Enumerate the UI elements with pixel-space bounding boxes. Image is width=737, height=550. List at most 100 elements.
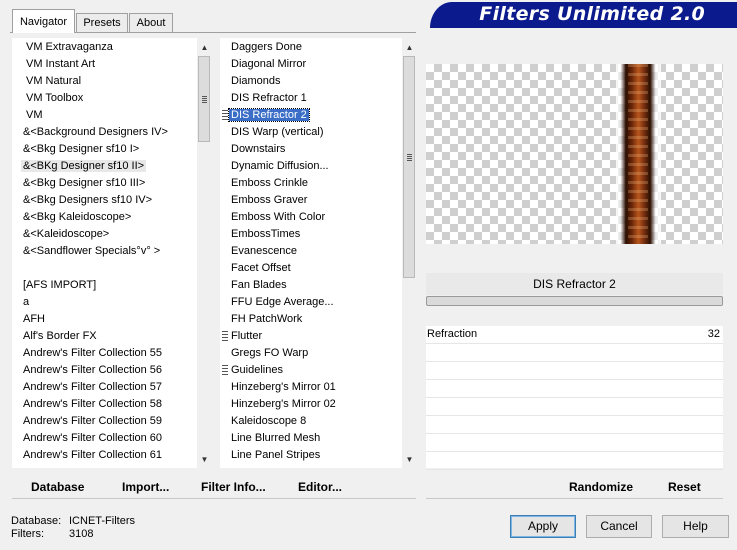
preview-canvas	[426, 64, 723, 244]
category-item[interactable]: &<Bkg Kaleidoscope>	[12, 209, 197, 226]
filter-item[interactable]: Downstairs	[220, 141, 403, 158]
filter-item[interactable]: DIS Warp (vertical)	[220, 124, 403, 141]
category-item[interactable]: AFH	[12, 311, 197, 328]
category-item[interactable]: [AFS IMPORT]	[12, 277, 197, 294]
category-item[interactable]: Andrew's Filter Collection 61	[12, 447, 197, 464]
tab-presets[interactable]: Presets	[76, 13, 128, 32]
filters-count-value: 3108	[69, 528, 94, 540]
filter-item[interactable]: Diagonal Mirror	[220, 56, 403, 73]
filter-list[interactable]: Daggers Done Diagonal Mirror Diamonds DI…	[220, 38, 403, 468]
tab-label: About	[136, 17, 166, 29]
divider	[12, 498, 416, 499]
parameter-row-empty	[426, 452, 723, 470]
filter-item[interactable]: Diamonds	[220, 73, 403, 90]
filter-item[interactable]: Facet Offset	[220, 260, 403, 277]
drag-grip-icon	[222, 365, 228, 376]
category-item[interactable]: Andrew's Filter Collection 59	[12, 413, 197, 430]
category-item-blank[interactable]	[12, 260, 197, 277]
filter-item[interactable]: FH PatchWork	[220, 311, 403, 328]
category-item-selected[interactable]: &<BKg Designer sf10 II>	[12, 158, 197, 175]
database-value: ICNET-Filters	[69, 515, 135, 527]
parameter-row-empty	[426, 398, 723, 416]
category-scrollbar[interactable]: ▲ ▼	[197, 38, 212, 468]
randomize-button[interactable]: Randomize	[569, 480, 633, 494]
editor-button[interactable]: Editor...	[298, 480, 342, 494]
category-item[interactable]: Alf's Border FX	[12, 328, 197, 345]
parameter-row-empty	[426, 380, 723, 398]
parameter-list[interactable]: Refraction 32	[426, 326, 723, 470]
cancel-button[interactable]: Cancel	[586, 515, 652, 538]
filter-item[interactable]: Gregs FO Warp	[220, 345, 403, 362]
filter-item-selected[interactable]: DIS Refractor 2	[220, 107, 403, 124]
filter-slider-bar[interactable]	[426, 296, 723, 306]
tab-navigator[interactable]: Navigator	[12, 9, 75, 33]
scroll-thumb[interactable]	[198, 56, 210, 142]
parameter-name: Refraction	[427, 328, 478, 340]
grip-icon	[407, 154, 412, 161]
category-item[interactable]: &<Kaleidoscope>	[12, 226, 197, 243]
parameter-value: 32	[707, 328, 720, 340]
category-item[interactable]: VM Toolbox	[12, 90, 197, 107]
parameter-row-empty	[426, 416, 723, 434]
filter-item[interactable]: Evanescence	[220, 243, 403, 260]
selected-filter-name: DIS Refractor 2	[426, 273, 723, 295]
filters-count-label: Filters:	[11, 528, 44, 540]
category-list[interactable]: VM Extravaganza VM Instant Art VM Natura…	[12, 38, 197, 468]
category-item[interactable]: Andrew's Filter Collection 58	[12, 396, 197, 413]
scroll-thumb[interactable]	[403, 56, 415, 278]
parameter-row[interactable]: Refraction 32	[426, 326, 723, 344]
filter-item[interactable]: Hinzeberg's Mirror 01	[220, 379, 403, 396]
filter-info-button[interactable]: Filter Info...	[201, 480, 266, 494]
grip-icon	[202, 96, 207, 103]
app-title: Filters Unlimited 2.0	[479, 3, 705, 25]
filter-item[interactable]: Fan Blades	[220, 277, 403, 294]
filter-item[interactable]: Emboss Crinkle	[220, 175, 403, 192]
filter-scrollbar[interactable]: ▲ ▼	[402, 38, 417, 468]
category-item[interactable]: Andrew's Filter Collection 56	[12, 362, 197, 379]
filter-item[interactable]: Kaleidoscope 8	[220, 413, 403, 430]
filter-item[interactable]: Hinzeberg's Mirror 02	[220, 396, 403, 413]
filter-item[interactable]: Line Blurred Mesh	[220, 430, 403, 447]
filter-item[interactable]: Emboss Graver	[220, 192, 403, 209]
category-item[interactable]: &<Bkg Designers sf10 IV>	[12, 192, 197, 209]
category-item[interactable]: &<Sandflower Specials°v° >	[12, 243, 197, 260]
filter-item[interactable]: Flutter	[220, 328, 403, 345]
filter-item[interactable]: Guidelines	[220, 362, 403, 379]
preview-image	[616, 64, 661, 244]
tab-label: Navigator	[19, 16, 68, 28]
filter-item[interactable]: Line Panel Stripes	[220, 447, 403, 464]
scroll-down-arrow-icon[interactable]: ▼	[197, 452, 212, 467]
category-item[interactable]: VM Natural	[12, 73, 197, 90]
category-item[interactable]: Andrew's Filter Collection 60	[12, 430, 197, 447]
tab-about[interactable]: About	[129, 13, 173, 32]
category-item[interactable]: VM	[12, 107, 197, 124]
category-item[interactable]: Andrew's Filter Collection 55	[12, 345, 197, 362]
apply-button[interactable]: Apply	[510, 515, 576, 538]
tab-label: Presets	[83, 17, 121, 29]
help-button[interactable]: Help	[662, 515, 729, 538]
database-button[interactable]: Database	[31, 480, 84, 494]
database-label: Database:	[11, 515, 62, 527]
category-item[interactable]: &<Background Designers IV>	[12, 124, 197, 141]
parameter-row-empty	[426, 434, 723, 452]
scroll-up-arrow-icon[interactable]: ▲	[197, 40, 212, 55]
filter-item[interactable]: Daggers Done	[220, 39, 403, 56]
category-item[interactable]: Andrew's Filter Collection 57	[12, 379, 197, 396]
category-item[interactable]: a	[12, 294, 197, 311]
filter-item[interactable]: DIS Refractor 1	[220, 90, 403, 107]
filter-item[interactable]: FFU Edge Average...	[220, 294, 403, 311]
parameter-row-empty	[426, 362, 723, 380]
scroll-down-arrow-icon[interactable]: ▼	[402, 452, 417, 467]
import-button[interactable]: Import...	[122, 480, 169, 494]
category-item[interactable]: VM Instant Art	[12, 56, 197, 73]
reset-button[interactable]: Reset	[668, 480, 701, 494]
filter-item[interactable]: EmbossTimes	[220, 226, 403, 243]
drag-grip-icon	[222, 331, 228, 342]
category-item[interactable]: &<Bkg Designer sf10 III>	[12, 175, 197, 192]
category-item[interactable]: VM Extravaganza	[12, 39, 197, 56]
filter-item[interactable]: Dynamic Diffusion...	[220, 158, 403, 175]
scroll-up-arrow-icon[interactable]: ▲	[402, 40, 417, 55]
category-item[interactable]: &<Bkg Designer sf10 I>	[12, 141, 197, 158]
filter-item[interactable]: Emboss With Color	[220, 209, 403, 226]
drag-grip-icon	[222, 110, 228, 121]
